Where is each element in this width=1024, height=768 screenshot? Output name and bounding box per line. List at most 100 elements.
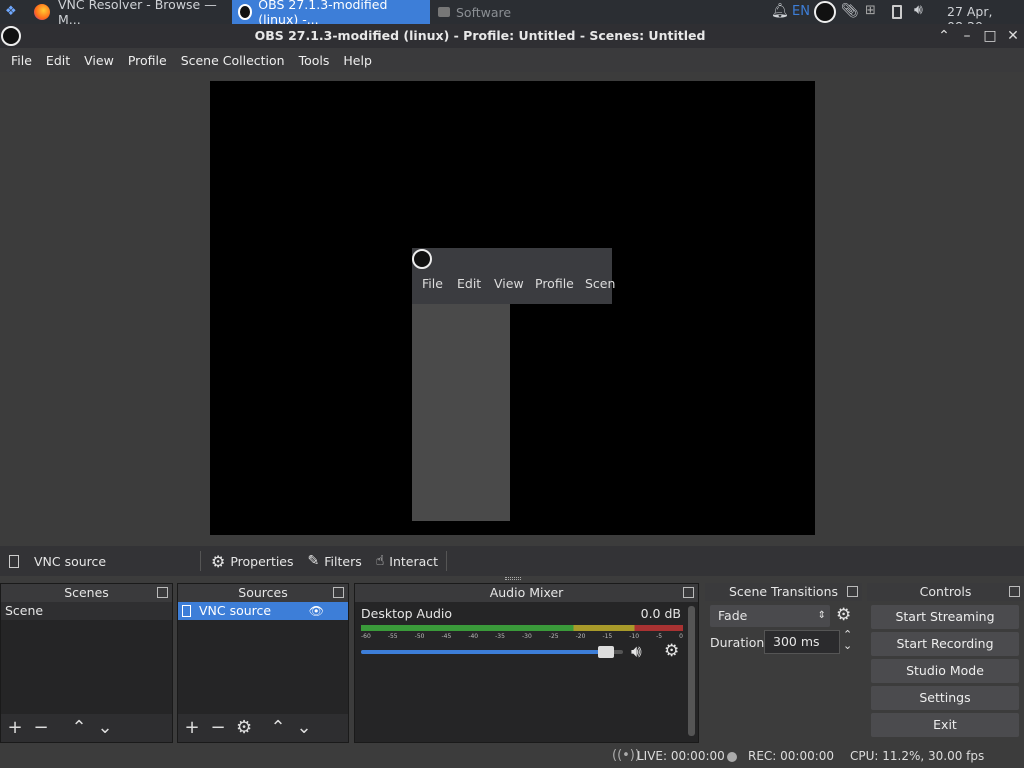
notifications-icon[interactable]: 🔔︎: [771, 3, 789, 19]
mixer-channel: Desktop Audio 0.0 dB -60 -55 -50 -45 -40…: [359, 606, 685, 662]
selected-source-name: VNC source: [34, 553, 107, 569]
volume-slider-handle[interactable]: [597, 646, 614, 658]
rec-status: REC: 00:00:00: [748, 749, 835, 763]
preview-canvas[interactable]: [210, 81, 815, 535]
window-title: OBS 27.1.3-modified (linux) - Profile: U…: [254, 28, 706, 43]
network-icon[interactable]: ⊞: [865, 3, 876, 18]
sources-list: VNC source 👁︎: [178, 602, 348, 714]
undock-icon[interactable]: [847, 586, 858, 597]
sources-header: Sources: [178, 584, 348, 602]
volume-slider-fill: [361, 650, 610, 654]
inner-menu-edit: Edit: [457, 276, 482, 291]
studio-mode-button[interactable]: Studio Mode: [871, 659, 1019, 683]
menu-file[interactable]: File: [4, 53, 39, 68]
cpu-status: CPU: 11.2%, 30.00 fps: [850, 749, 985, 763]
sources-footer: + − ⚙ ⌃ ⌄: [178, 714, 348, 742]
undock-icon[interactable]: [683, 587, 694, 598]
keep-above-icon[interactable]: ⌃: [935, 27, 953, 45]
controls-header: Controls: [867, 583, 1024, 601]
menu-help[interactable]: Help: [336, 53, 379, 68]
settings-button[interactable]: Settings: [871, 686, 1019, 710]
menu-scene-collection[interactable]: Scene Collection: [174, 53, 292, 68]
gear-icon[interactable]: ⚙: [664, 641, 679, 661]
controls-dock: Controls Start Streaming Start Recording…: [867, 583, 1024, 743]
obs-tray-icon[interactable]: [814, 1, 836, 23]
document-icon: [9, 554, 19, 568]
menu-profile[interactable]: Profile: [121, 53, 174, 68]
move-down-button[interactable]: ⌄: [97, 719, 113, 737]
properties-button[interactable]: ⚙ Properties: [211, 552, 294, 571]
undock-icon[interactable]: [1009, 586, 1020, 597]
undock-icon[interactable]: [333, 587, 344, 598]
scenes-list: Scene: [1, 602, 172, 714]
close-button[interactable]: ✕: [1004, 27, 1022, 45]
remove-source-button[interactable]: −: [210, 719, 226, 737]
source-settings-button[interactable]: ⚙: [236, 719, 252, 737]
inner-menu-view: View: [494, 276, 524, 291]
start-streaming-button[interactable]: Start Streaming: [871, 605, 1019, 629]
preview-inner-window: File Edit View Profile Scen: [412, 248, 616, 304]
transition-selected: Fade: [718, 608, 748, 623]
start-recording-button[interactable]: Start Recording: [871, 632, 1019, 656]
menu-tools[interactable]: Tools: [292, 53, 337, 68]
duration-value: 300 ms: [773, 634, 820, 649]
tick-label: -20: [575, 633, 586, 640]
transition-select[interactable]: Fade ⇕: [710, 605, 830, 627]
scenes-header: Scenes: [1, 584, 172, 602]
record-dot-icon: [727, 752, 737, 762]
undock-icon[interactable]: [157, 587, 168, 598]
scenes-footer: + − ⌃ ⌄: [1, 714, 172, 742]
task-obs[interactable]: OBS 27.1.3-modified (linux) -...: [232, 0, 430, 27]
volume-slider[interactable]: [361, 646, 623, 658]
task-software[interactable]: Software: [432, 0, 532, 24]
window-titlebar[interactable]: OBS 27.1.3-modified (linux) - Profile: U…: [0, 24, 1024, 48]
source-item[interactable]: VNC source 👁︎: [178, 602, 348, 620]
maximize-button[interactable]: □: [981, 27, 999, 45]
inner-menu-scene: Scen: [585, 276, 616, 291]
transitions-title: Scene Transitions: [728, 584, 839, 599]
battery-icon[interactable]: [892, 5, 902, 19]
controls-title: Controls: [919, 584, 972, 599]
obs-logo-icon: [412, 249, 432, 269]
filters-label: Filters: [324, 553, 362, 569]
add-source-button[interactable]: +: [184, 719, 200, 737]
mixer-scrollbar[interactable]: [688, 606, 695, 736]
statusbar: ((•)) LIVE: 00:00:00 REC: 00:00:00 CPU: …: [0, 746, 1024, 768]
scene-item[interactable]: Scene: [1, 602, 172, 620]
volume-meter: [361, 625, 683, 631]
filters-button[interactable]: ✎ Filters: [308, 553, 362, 569]
channel-name: Desktop Audio: [361, 606, 453, 621]
interact-button[interactable]: ☝ Interact: [376, 553, 438, 569]
minimize-button[interactable]: –: [958, 27, 976, 45]
firefox-icon[interactable]: [34, 4, 50, 20]
tick-label: -50: [414, 633, 425, 640]
dock-splitter-handle[interactable]: [505, 577, 521, 580]
clip-icon[interactable]: 📎︎: [841, 3, 859, 19]
duration-input[interactable]: 300 ms: [764, 630, 840, 654]
menu-edit[interactable]: Edit: [39, 53, 77, 68]
move-up-button[interactable]: ⌃: [71, 719, 87, 737]
move-up-button[interactable]: ⌃: [270, 719, 286, 737]
tick-label: -30: [521, 633, 532, 640]
speaker-icon[interactable]: 🔊︎: [631, 642, 642, 662]
volume-icon[interactable]: 🔊︎: [914, 2, 923, 18]
sources-title: Sources: [238, 585, 288, 600]
eye-icon[interactable]: 👁︎: [309, 602, 324, 620]
meter-ticks: -60 -55 -50 -45 -40 -35 -30 -25 -20 -15 …: [361, 633, 683, 641]
add-scene-button[interactable]: +: [7, 719, 23, 737]
task-browser[interactable]: VNC Resolver - Browse — M...: [52, 0, 230, 27]
tick-label: -60: [361, 633, 371, 640]
exit-button[interactable]: Exit: [871, 713, 1019, 737]
tick-label: -25: [548, 633, 559, 640]
move-down-button[interactable]: ⌄: [296, 719, 312, 737]
remove-scene-button[interactable]: −: [33, 719, 49, 737]
tick-label: -45: [441, 633, 452, 640]
transitions-header: Scene Transitions: [705, 583, 862, 601]
menu-view[interactable]: View: [77, 53, 121, 68]
spin-down-icon[interactable]: ⌄: [843, 639, 852, 652]
keyboard-layout[interactable]: EN: [792, 4, 810, 19]
mixer-header: Audio Mixer: [355, 584, 698, 602]
scene-transitions-dock: Scene Transitions Fade ⇕ ⚙ Duration 300 …: [705, 583, 862, 743]
app-menu-icon[interactable]: ❖: [5, 4, 21, 20]
gear-icon[interactable]: ⚙: [836, 605, 851, 625]
